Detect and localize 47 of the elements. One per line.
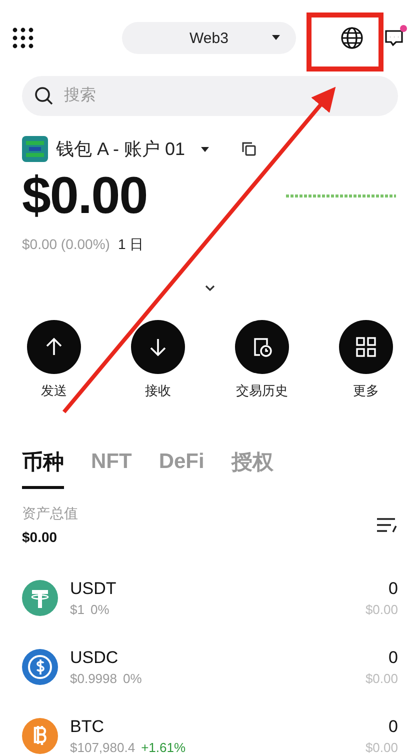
coin-value: $0.00 xyxy=(365,740,398,754)
coin-amount: 0 xyxy=(388,716,398,736)
coin-change: +1.61% xyxy=(141,740,186,754)
coin-symbol: BTC xyxy=(70,716,105,736)
search-bar[interactable]: 搜索 xyxy=(22,76,398,116)
bitcoin-icon xyxy=(22,718,58,754)
coin-price: $107,980.4 xyxy=(70,740,136,754)
receive-button[interactable] xyxy=(131,320,185,374)
action-label: 接收 xyxy=(145,382,171,400)
more-button[interactable] xyxy=(339,320,393,374)
search-icon xyxy=(34,86,54,106)
copy-icon[interactable] xyxy=(241,141,258,157)
usdc-icon xyxy=(22,648,58,684)
action-label: 更多 xyxy=(353,382,379,400)
tether-icon xyxy=(22,580,58,616)
coin-price: $1 xyxy=(70,602,84,616)
coin-amount: 0 xyxy=(388,578,398,598)
apps-grid-icon[interactable] xyxy=(12,27,34,49)
history-icon xyxy=(251,336,273,358)
search-field[interactable]: 搜索 xyxy=(62,86,386,106)
flat-trend-line-icon xyxy=(286,194,396,198)
wallet-avatar-icon xyxy=(22,136,48,162)
network-selector[interactable]: Web3 xyxy=(122,22,296,54)
coin-value: $0.00 xyxy=(365,602,398,616)
grid-icon xyxy=(355,336,377,358)
balance-amount: $0.00 xyxy=(22,166,148,226)
coin-change: 0% xyxy=(123,670,142,686)
total-assets-label: 资产总值 xyxy=(22,505,78,523)
coin-amount: 0 xyxy=(388,648,398,668)
coin-symbol: USDC xyxy=(70,648,120,668)
message-icon[interactable] xyxy=(384,28,404,48)
total-assets-value: $0.00 xyxy=(22,529,58,545)
action-label: 交易历史 xyxy=(236,382,288,400)
sort-icon[interactable] xyxy=(376,517,398,533)
coin-symbol: USDT xyxy=(70,578,118,598)
coin-value: $0.00 xyxy=(365,670,398,686)
globe-icon[interactable] xyxy=(340,26,364,50)
coin-change: 0% xyxy=(90,602,110,616)
balance-change: $0.00 (0.00%) xyxy=(22,236,110,254)
send-button[interactable] xyxy=(27,320,81,374)
period-label: 1 日 xyxy=(118,236,144,254)
coin-price: $0.9998 xyxy=(70,670,117,686)
history-button[interactable] xyxy=(235,320,289,374)
chevron-down-icon[interactable] xyxy=(204,284,216,292)
account-selector[interactable]: 钱包 A - 账户 01 xyxy=(56,137,210,161)
action-label: 发送 xyxy=(41,382,67,400)
tab[interactable]: 币种 xyxy=(22,448,64,489)
